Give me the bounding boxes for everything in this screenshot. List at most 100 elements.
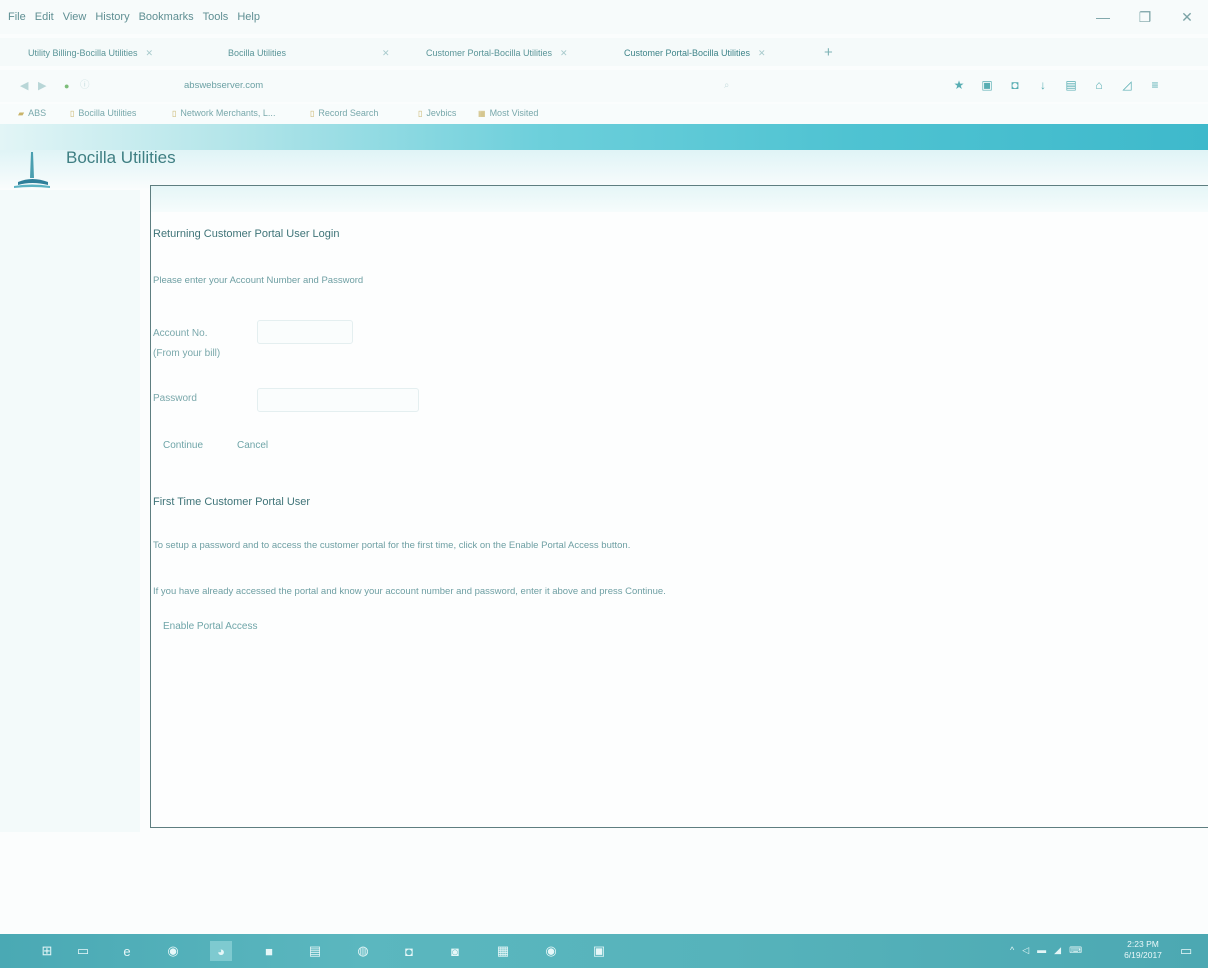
menu-item-edit[interactable]: Edit <box>35 11 54 23</box>
back-icon[interactable]: ◀ <box>20 79 28 92</box>
task-view-icon[interactable]: ▭ <box>72 941 94 961</box>
bookmarks-bar: ▰ ABS ▯ Bocilla Utilities ▯ Network Merchan… <box>0 104 1208 124</box>
toolbar-icons: ★ ▣ ◘ ↓ ▤ ⌂ ◿ ≡ <box>952 77 1162 93</box>
bookmark-item[interactable]: ▰ ABS <box>18 108 46 118</box>
search-icon: ⌕ <box>724 80 730 91</box>
bookmark-item[interactable]: ▯ Jevbics <box>418 108 456 118</box>
menu-items: File Edit View History Bookmarks Tools Help <box>8 11 260 23</box>
pocket-icon[interactable]: ◘ <box>1008 77 1022 93</box>
page-icon: ▯ <box>310 109 315 118</box>
menu-item-view[interactable]: View <box>63 11 87 23</box>
continue-button[interactable]: Continue <box>163 440 203 451</box>
restore-button[interactable]: ❐ <box>1124 6 1166 28</box>
bookmark-item[interactable]: ▦ Most Visited <box>478 108 538 118</box>
hamburger-menu-icon[interactable]: ≡ <box>1148 77 1162 93</box>
left-sidebar <box>0 190 140 832</box>
menu-item-history[interactable]: History <box>95 11 129 23</box>
home-icon[interactable]: ⌂ <box>1092 77 1106 93</box>
keyboard-icon[interactable]: ⌨ <box>1069 945 1082 956</box>
system-tray: ^ ◁ ▬ ◢ ⌨ <box>1010 945 1082 956</box>
navigation-bar: ◀ ▶ ● ⓘ abswebserver.com ⌕ ★ ▣ ◘ ↓ ▤ ⌂ ◿… <box>0 70 1208 102</box>
signal-icon[interactable]: ◢ <box>1054 945 1061 956</box>
tab-label: Utility Billing-Bocilla Utilities <box>28 48 138 58</box>
tab-bar: Utility Billing-Bocilla Utilities ✕ Bocil… <box>0 38 1208 66</box>
page-icon: ▯ <box>418 109 423 118</box>
clipboard-icon[interactable]: ▣ <box>980 77 994 93</box>
bookmark-item[interactable]: ▯ Record Search <box>310 108 378 118</box>
tab-customer-portal-active[interactable]: Customer Portal-Bocilla Utilities ✕ <box>624 44 766 62</box>
close-icon[interactable]: ✕ <box>382 48 390 58</box>
returning-instructions: If you have already accessed the portal … <box>153 586 666 597</box>
site-header-band <box>0 124 1208 150</box>
app-icon[interactable]: ■ <box>258 941 280 961</box>
menu-item-file[interactable]: File <box>8 11 26 23</box>
tab-utility-billing[interactable]: Utility Billing-Bocilla Utilities ✕ <box>28 44 153 62</box>
chevron-up-icon[interactable]: ^ <box>1010 945 1014 956</box>
chrome-secondary-icon[interactable]: ◉ <box>540 941 562 961</box>
site-header <box>0 150 1208 190</box>
outlook-icon[interactable]: ◘ <box>398 941 420 961</box>
first-time-instructions: To setup a password and to access the cu… <box>153 540 631 551</box>
first-time-heading: First Time Customer Portal User <box>153 496 311 508</box>
page-icon: ▯ <box>70 109 75 118</box>
close-icon[interactable]: ✕ <box>560 48 568 58</box>
search-input[interactable]: ⌕ <box>700 76 930 96</box>
account-number-hint: (From your bill) <box>153 348 221 359</box>
account-number-label: Account No. <box>153 328 208 339</box>
login-panel: Returning Customer Portal User Login Ple… <box>150 185 1208 828</box>
window-controls: — ❐ ✕ <box>1082 6 1208 28</box>
edge-browser-icon[interactable]: e <box>116 941 138 961</box>
new-tab-button[interactable]: + <box>824 44 833 62</box>
chrome-icon[interactable]: ◉ <box>162 941 184 961</box>
download-icon[interactable]: ↓ <box>1036 77 1050 93</box>
tab-label: Customer Portal-Bocilla Utilities <box>624 48 751 58</box>
password-input[interactable] <box>257 388 419 412</box>
taskbar-clock[interactable]: 2:23 PM 6/19/2017 <box>1115 939 1171 961</box>
excel-icon[interactable]: ▦ <box>492 941 514 961</box>
site-title: Bocilla Utilities <box>66 148 176 167</box>
bookmark-star-icon[interactable]: ★ <box>952 77 966 93</box>
login-instructions: Please enter your Account Number and Pas… <box>153 275 364 286</box>
tab-label: Bocilla Utilities <box>228 48 287 58</box>
most-visited-icon: ▦ <box>478 109 486 118</box>
lock-icon: ● <box>64 81 70 91</box>
notification-icon[interactable]: ▭ <box>1180 943 1192 959</box>
returning-user-heading: Returning Customer Portal User Login <box>153 228 340 240</box>
url-scheme-icon: ⓘ <box>80 80 90 91</box>
close-icon[interactable]: ✕ <box>758 48 766 58</box>
folder-icon: ▰ <box>18 109 25 118</box>
password-label: Password <box>153 393 197 404</box>
outlook-mail-icon[interactable]: ◙ <box>444 941 466 961</box>
network-icon[interactable]: ▬ <box>1037 945 1046 956</box>
clock-time: 2:23 PM <box>1127 939 1159 949</box>
menu-item-bookmarks[interactable]: Bookmarks <box>139 11 194 23</box>
account-number-input[interactable] <box>257 320 353 344</box>
tab-label: Customer Portal-Bocilla Utilities <box>426 48 553 58</box>
enable-portal-access-button[interactable]: Enable Portal Access <box>163 621 258 632</box>
tab-bocilla-utilities[interactable]: Bocilla Utilities ✕ <box>228 44 390 62</box>
bookmark-item[interactable]: ▯ Bocilla Utilities <box>70 108 136 118</box>
forward-icon[interactable]: ▶ <box>38 79 46 92</box>
close-button[interactable]: ✕ <box>1166 6 1208 28</box>
bookmark-item[interactable]: ▯ Network Merchants, L... <box>172 108 275 118</box>
firefox-icon[interactable]: ◕ <box>210 941 232 961</box>
word-icon[interactable]: ▣ <box>588 941 610 961</box>
menu-item-help[interactable]: Help <box>237 11 260 23</box>
screenshot-icon[interactable]: ▤ <box>1064 77 1078 93</box>
cancel-button[interactable]: Cancel <box>237 440 268 451</box>
menu-item-tools[interactable]: Tools <box>203 11 229 23</box>
extension-icon[interactable]: ◿ <box>1120 77 1134 93</box>
taskbar: ⊞ ▭ e ◉ ◕ ■ ▤ ◍ ◘ ◙ ▦ ◉ ▣ ^ ◁ ▬ ◢ ⌨ 2:23… <box>0 934 1208 968</box>
close-icon[interactable]: ✕ <box>146 48 154 58</box>
clock-date: 6/19/2017 <box>1124 950 1162 960</box>
file-explorer-icon[interactable]: ▤ <box>304 941 326 961</box>
chat-icon[interactable]: ◍ <box>352 941 374 961</box>
start-windows-icon[interactable]: ⊞ <box>36 941 58 961</box>
minimize-button[interactable]: — <box>1082 6 1124 28</box>
volume-icon[interactable]: ◁ <box>1022 945 1029 956</box>
panel-header-band <box>151 186 1208 212</box>
menu-bar: File Edit View History Bookmarks Tools Help — … <box>0 0 1208 34</box>
url-input[interactable]: ● ⓘ abswebserver.com <box>56 76 696 96</box>
url-text: abswebserver.com <box>184 80 264 91</box>
tab-customer-portal[interactable]: Customer Portal-Bocilla Utilities ✕ <box>426 44 568 62</box>
